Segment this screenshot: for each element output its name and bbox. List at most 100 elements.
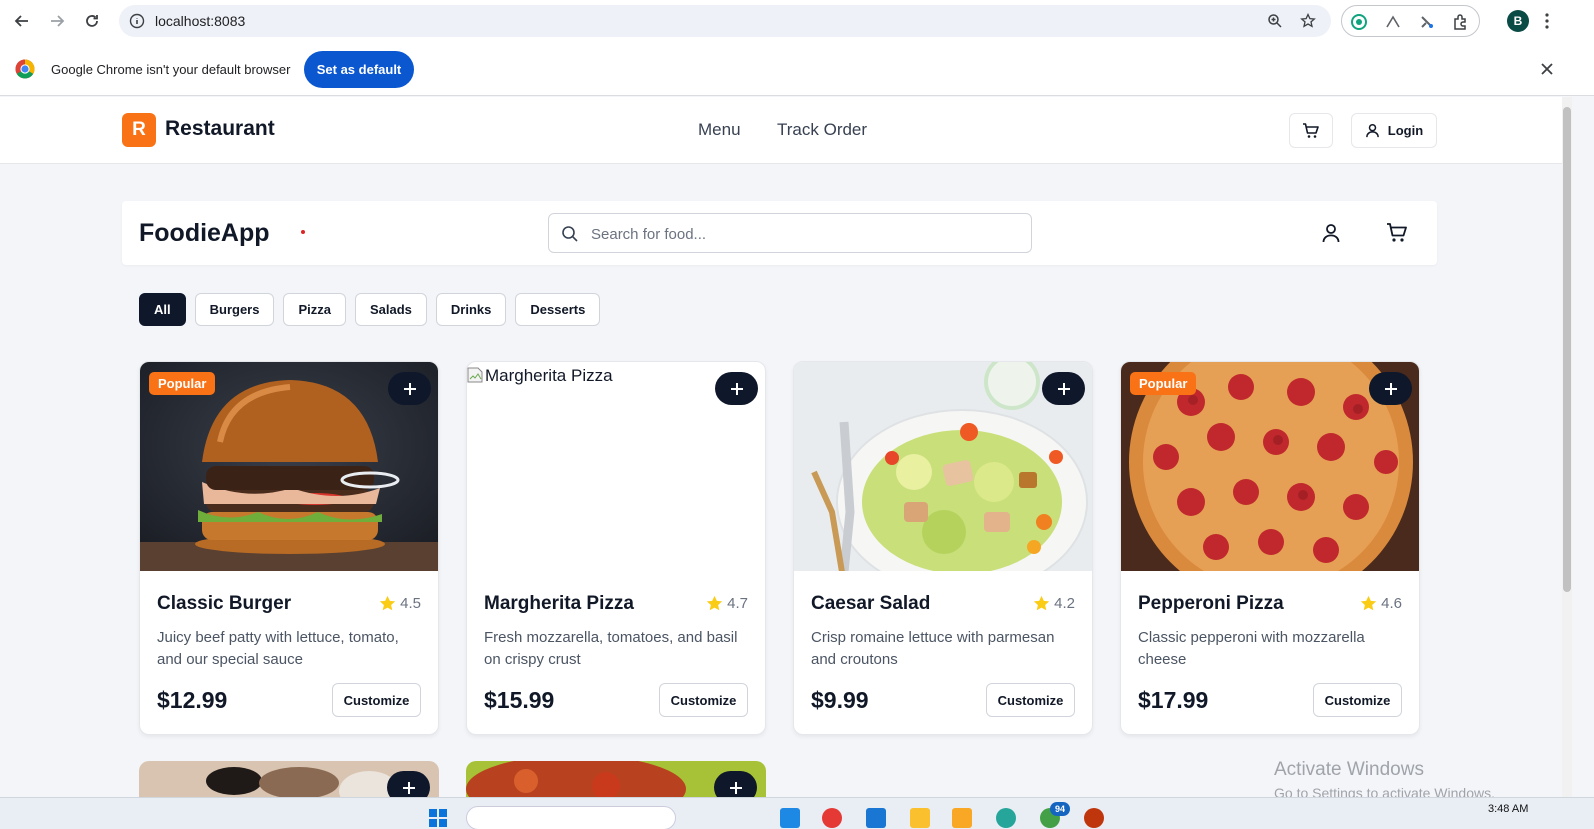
search-box[interactable] xyxy=(548,213,1032,253)
rating-value: 4.7 xyxy=(727,595,748,612)
add-to-cart-button[interactable] xyxy=(1042,372,1085,405)
back-icon[interactable] xyxy=(10,9,34,33)
login-button[interactable]: Login xyxy=(1351,113,1437,148)
category-filters: All Burgers Pizza Salads Drinks Desserts xyxy=(139,293,601,326)
infobar-message: Google Chrome isn't your default browser xyxy=(51,62,291,77)
product-description: Crisp romaine lettuce with parmesan and … xyxy=(811,629,1055,668)
set-as-default-button[interactable]: Set as default xyxy=(304,51,414,88)
product-description: Classic pepperoni with mozzarella cheese xyxy=(1138,629,1365,668)
product-card[interactable]: Margherita Pizza Margherita Pizza 4.7 Fr… xyxy=(466,361,766,735)
product-name: Margherita Pizza xyxy=(484,593,634,614)
product-card[interactable]: Caesar Salad 4.2 Crisp romaine lettuce w… xyxy=(793,361,1093,735)
zoom-icon[interactable] xyxy=(1267,13,1283,29)
status-dot xyxy=(301,230,305,234)
filter-desserts[interactable]: Desserts xyxy=(515,293,601,326)
chrome-logo-icon xyxy=(15,59,35,79)
product-description: Juicy beef patty with lettuce, tomato, a… xyxy=(157,629,399,668)
star-icon xyxy=(1033,595,1050,611)
watermark-title: Activate Windows xyxy=(1274,759,1424,780)
product-description: Fresh mozzarella, tomatoes, and basil on… xyxy=(484,629,738,668)
scroll-thumb[interactable] xyxy=(1563,107,1571,592)
forward-icon[interactable] xyxy=(45,9,69,33)
windows-start-icon[interactable] xyxy=(428,808,448,828)
site-header: R Restaurant Menu Track Order Login xyxy=(0,97,1562,164)
filter-salads[interactable]: Salads xyxy=(355,293,427,326)
product-price: $17.99 xyxy=(1138,687,1209,713)
add-to-cart-button[interactable] xyxy=(388,372,431,405)
more-menu-icon[interactable] xyxy=(1544,12,1550,30)
extensions-puzzle-icon[interactable] xyxy=(1452,13,1470,31)
product-rating: 4.5 xyxy=(379,595,421,612)
filter-all[interactable]: All xyxy=(139,293,186,326)
chrome-taskbar-icon[interactable] xyxy=(822,808,842,828)
product-card[interactable]: Popular Pepperoni Pizza 4.6 Classic pepp… xyxy=(1120,361,1420,735)
plus-icon xyxy=(1057,382,1070,395)
app-title: FoodieApp xyxy=(139,219,270,247)
folder-icon[interactable] xyxy=(952,808,972,828)
popular-badge: Popular xyxy=(1130,372,1197,395)
product-price: $15.99 xyxy=(484,687,555,713)
star-icon xyxy=(1360,595,1377,611)
extension-caret-icon[interactable] xyxy=(1384,13,1402,31)
product-rating: 4.7 xyxy=(706,595,748,612)
plus-icon xyxy=(730,382,743,395)
vscode-icon[interactable] xyxy=(866,808,886,828)
rating-value: 4.5 xyxy=(400,595,421,612)
browser-toolbar: localhost:8083 B xyxy=(0,0,1594,42)
nav-menu-link[interactable]: Menu xyxy=(698,120,741,140)
filter-pizza[interactable]: Pizza xyxy=(283,293,346,326)
user-icon xyxy=(1365,123,1379,138)
cart-icon xyxy=(1303,122,1319,138)
url-text[interactable]: localhost:8083 xyxy=(155,13,245,29)
product-rating: 4.6 xyxy=(1360,595,1402,612)
reload-icon[interactable] xyxy=(80,9,104,33)
taskbar-search[interactable] xyxy=(466,806,676,829)
filter-drinks[interactable]: Drinks xyxy=(435,293,507,326)
add-to-cart-button[interactable] xyxy=(1369,372,1412,405)
edge-icon[interactable] xyxy=(996,808,1016,828)
system-clock[interactable]: 3:48 AM xyxy=(1488,803,1528,815)
product-name: Pepperoni Pizza xyxy=(1138,593,1284,614)
product-rating: 4.2 xyxy=(1033,595,1075,612)
search-icon xyxy=(562,226,578,242)
app-icon[interactable] xyxy=(1084,808,1104,828)
product-name: Caesar Salad xyxy=(811,593,931,614)
windows-activation-watermark: Activate Windows Go to Settings to activ… xyxy=(1274,759,1495,801)
customize-button[interactable]: Customize xyxy=(1313,683,1402,717)
nav-track-order-link[interactable]: Track Order xyxy=(777,120,867,140)
star-icon xyxy=(379,595,396,611)
image-alt-text: Margherita Pizza xyxy=(485,366,613,385)
close-icon[interactable] xyxy=(1540,62,1554,76)
logo-mark[interactable]: R xyxy=(122,113,156,147)
filter-burgers[interactable]: Burgers xyxy=(194,293,275,326)
header-cart-button[interactable] xyxy=(1289,113,1333,148)
star-icon xyxy=(706,595,723,611)
add-to-cart-button[interactable] xyxy=(715,372,758,405)
extension-ai-icon[interactable] xyxy=(1350,13,1368,31)
customize-button[interactable]: Customize xyxy=(332,683,421,717)
customize-button[interactable]: Customize xyxy=(659,683,748,717)
address-bar[interactable]: localhost:8083 xyxy=(119,5,1331,37)
popular-badge: Popular xyxy=(149,372,216,395)
app-cart-icon[interactable] xyxy=(1385,221,1409,245)
brand-name[interactable]: Restaurant xyxy=(165,117,275,141)
extension-tool-icon[interactable] xyxy=(1418,13,1436,31)
plus-icon xyxy=(1384,382,1397,395)
site-info-icon[interactable] xyxy=(129,13,145,29)
profile-avatar[interactable]: B xyxy=(1507,10,1529,32)
plus-icon xyxy=(403,382,416,395)
default-browser-infobar: Google Chrome isn't your default browser… xyxy=(0,42,1594,96)
rating-value: 4.2 xyxy=(1054,595,1075,612)
broken-image-placeholder: Margherita Pizza xyxy=(467,362,613,386)
taskbar: 94 3:48 AM xyxy=(0,797,1594,829)
product-price: $12.99 xyxy=(157,687,228,713)
bookmark-star-icon[interactable] xyxy=(1300,13,1316,29)
product-card[interactable]: Popular Classic Burger 4.5 Juicy beef pa… xyxy=(139,361,439,735)
app-store-icon[interactable] xyxy=(780,808,800,828)
page-scrollbar[interactable] xyxy=(1562,97,1572,797)
search-input[interactable] xyxy=(591,223,1011,245)
account-icon[interactable] xyxy=(1319,221,1343,245)
customize-button[interactable]: Customize xyxy=(986,683,1075,717)
app-bar: FoodieApp xyxy=(122,201,1437,265)
sticky-icon[interactable] xyxy=(910,808,930,828)
